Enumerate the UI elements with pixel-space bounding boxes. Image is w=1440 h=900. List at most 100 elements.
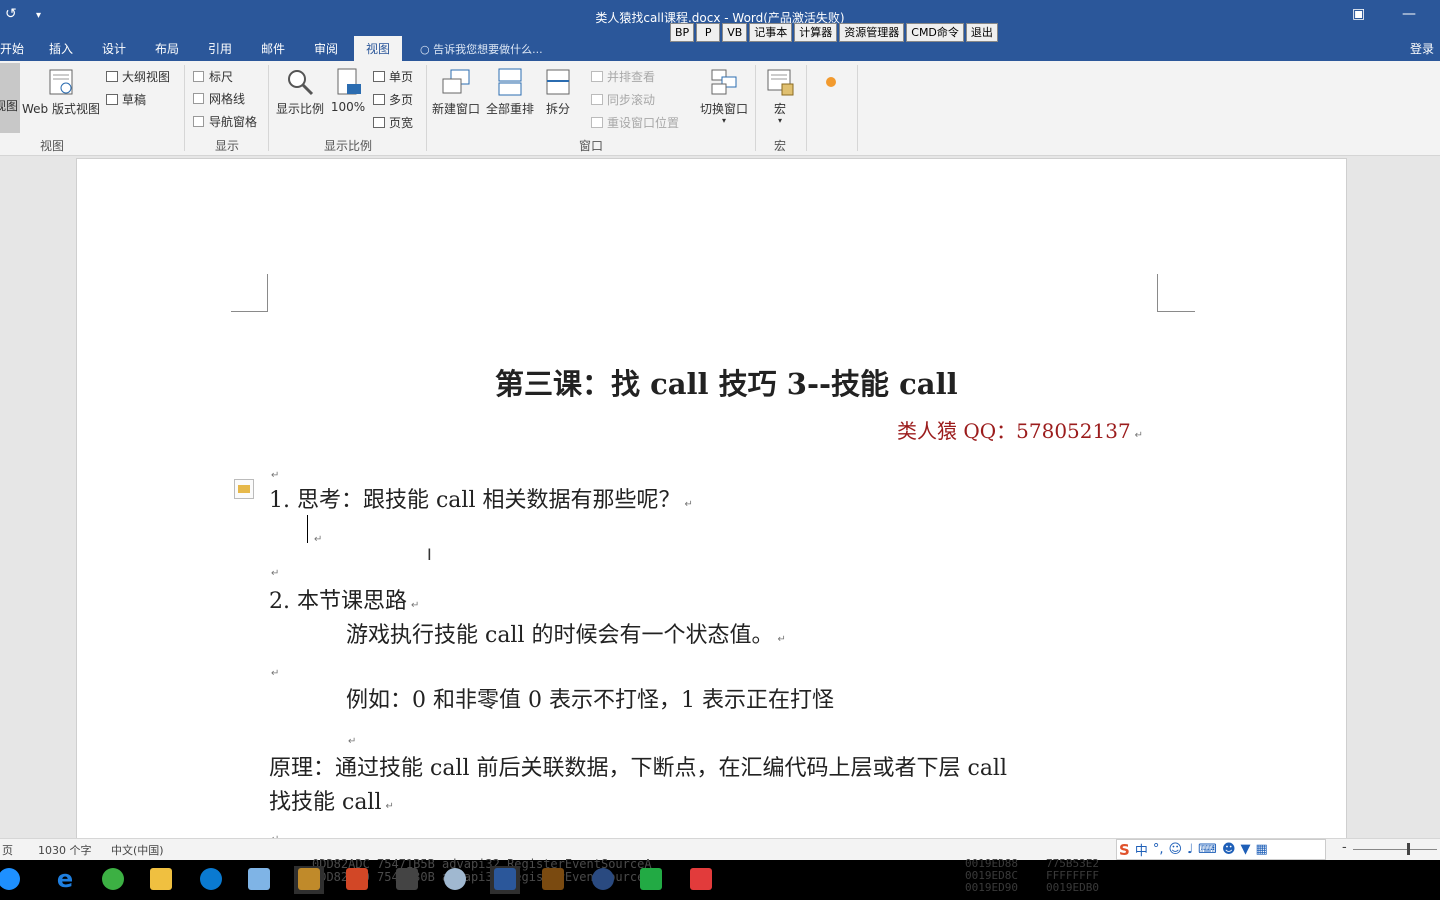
group-label-zoom: 显示比例	[324, 139, 373, 153]
lightbulb-icon: ○	[420, 43, 430, 56]
gridlines-checkbox[interactable]: 网格线	[193, 90, 245, 107]
taskbar-app-red[interactable]	[686, 866, 716, 894]
ribbon-display-options-icon[interactable]: ▣	[1352, 6, 1365, 22]
punctuation-icon[interactable]: °,	[1153, 842, 1164, 857]
taskbar-settings[interactable]	[588, 866, 618, 894]
doc-line-4: 例如：0 和非零值 0 表示不打怪，1 表示正在打怪	[346, 688, 834, 713]
checkbox-icon	[193, 93, 204, 104]
nav-pane-checkbox[interactable]: 导航窗格	[193, 113, 257, 130]
sogou-logo-icon[interactable]: S	[1119, 841, 1130, 859]
user-icon[interactable]: ☻	[1222, 842, 1236, 857]
doc-line-5: 原理：通过技能 call 前后关联数据，下断点，在汇编代码上层或者下层 call	[269, 756, 1008, 781]
checkbox-icon	[193, 116, 204, 127]
document-page[interactable]: 第三课：找 call 技巧 3--技能 call 类人猿 QQ：57805213…	[76, 158, 1347, 838]
sign-in-link[interactable]: 登录	[1410, 40, 1434, 57]
skin-icon[interactable]: ▼	[1241, 842, 1251, 857]
sync-scroll-button[interactable]: 同步滚动	[591, 91, 655, 108]
outline-view-button[interactable]: 大纲视图	[106, 68, 170, 85]
zoom-slider-thumb[interactable]	[1407, 843, 1410, 855]
tab-insert[interactable]: 插入	[49, 40, 73, 57]
one-page-button[interactable]: 单页	[373, 68, 413, 85]
empty-paragraph: ↵	[314, 534, 323, 545]
draft-view-button[interactable]: 草稿	[106, 91, 146, 108]
tell-me-search[interactable]: ○ 告诉我您想要做什么...	[420, 41, 543, 57]
new-window-button[interactable]: 新建窗口	[431, 67, 481, 117]
doc-line-2: 2. 本节课思路 ↵	[269, 589, 420, 614]
document-author: 类人猿 QQ：578052137 ↵	[897, 419, 1144, 443]
comment-icon[interactable]	[234, 479, 254, 499]
status-dot-icon	[826, 77, 836, 87]
minimize-icon[interactable]: —	[1402, 6, 1416, 22]
keyboard-icon[interactable]: ⌨	[1198, 842, 1217, 857]
doc-line-6: 找技能 call ↵	[269, 790, 394, 815]
taskbar-file-explorer[interactable]	[146, 866, 176, 894]
multiple-pages-icon	[373, 94, 385, 105]
tool-button-bp[interactable]: BP	[670, 23, 695, 42]
tab-mailings[interactable]: 邮件	[261, 40, 285, 57]
arrange-all-button[interactable]: 全部重排	[485, 67, 535, 117]
switch-windows-button[interactable]: 切换窗口 ▾	[698, 67, 750, 125]
group-separator	[857, 65, 858, 151]
tool-button-exit[interactable]: 退出	[965, 23, 998, 42]
view-side-by-side-button[interactable]: 并排查看	[591, 68, 655, 85]
language-indicator[interactable]: 中文(中国)	[111, 842, 164, 858]
tool-button-explorer[interactable]: 资源管理器	[839, 23, 905, 42]
taskbar-game[interactable]	[294, 866, 324, 894]
tool-button-notepad[interactable]: 记事本	[749, 23, 793, 42]
crop-mark	[231, 311, 268, 312]
multiple-pages-button[interactable]: 多页	[373, 91, 413, 108]
group-label-window: 窗口	[579, 139, 604, 153]
web-layout-button[interactable]: Web 版式视图	[22, 67, 100, 117]
zoom-out-icon[interactable]: -	[1342, 840, 1347, 855]
tab-design[interactable]: 设计	[102, 40, 126, 57]
word-count[interactable]: 1030 个字	[38, 842, 92, 858]
ribbon: 视图 Web 版式视图 大纲视图 草稿 视图 标尺 网格线 导航窗格 显示 显示…	[0, 61, 1440, 156]
tab-view[interactable]: 视图	[354, 36, 403, 61]
ruler-checkbox[interactable]: 标尺	[193, 68, 233, 85]
empty-paragraph: ↵	[271, 568, 280, 579]
tab-review[interactable]: 审阅	[314, 40, 338, 57]
new-window-icon	[442, 69, 470, 94]
read-mode-button[interactable]: 视图	[0, 63, 20, 133]
taskbar-word[interactable]	[490, 866, 520, 894]
document-area[interactable]: 第三课：找 call 技巧 3--技能 call 类人猿 QQ：57805213…	[0, 156, 1440, 838]
taskbar-powerpoint[interactable]	[342, 866, 372, 894]
toolbox-icon[interactable]: ▦	[1256, 842, 1268, 857]
ime-toolbar: S 中 °, ☺ ♩ ⌨ ☻ ▼ ▦	[1116, 839, 1326, 860]
draft-icon	[106, 94, 118, 105]
zoom-button[interactable]: 显示比例	[274, 67, 326, 117]
crop-mark	[1157, 274, 1158, 312]
page-width-button[interactable]: 页宽	[373, 114, 413, 131]
sync-scroll-icon	[591, 94, 603, 105]
taskbar-notebook[interactable]	[244, 866, 274, 894]
zoom-100-button[interactable]: 100%	[330, 67, 366, 114]
tab-layout[interactable]: 布局	[155, 40, 179, 57]
taskbar-search-tool[interactable]	[196, 866, 226, 894]
tool-button-calculator[interactable]: 计算器	[794, 23, 838, 42]
taskbar-browser[interactable]	[98, 866, 128, 894]
taskbar-game-2[interactable]	[538, 866, 568, 894]
outline-icon	[106, 71, 118, 82]
group-separator	[426, 65, 427, 151]
start-button[interactable]	[0, 866, 24, 894]
tool-button-cmd[interactable]: CMD命令	[906, 23, 964, 42]
macros-button[interactable]: 宏 ▾	[762, 67, 798, 125]
tab-references[interactable]: 引用	[208, 40, 232, 57]
tab-home[interactable]: 开始	[0, 40, 24, 57]
taskbar-app-green[interactable]	[636, 866, 666, 894]
microphone-icon[interactable]: ♩	[1187, 842, 1193, 857]
taskbar-paint[interactable]	[440, 866, 470, 894]
tool-button-vb[interactable]: VB	[722, 23, 748, 42]
split-button[interactable]: 拆分	[542, 67, 574, 117]
page-count[interactable]: 页	[2, 842, 13, 858]
taskbar-edge[interactable]: e	[50, 866, 80, 894]
tool-button-p[interactable]: P	[696, 23, 721, 42]
zoom-slider[interactable]	[1353, 849, 1437, 850]
taskbar-grid-app[interactable]	[392, 866, 422, 894]
emoji-icon[interactable]: ☺	[1168, 842, 1182, 857]
group-separator	[184, 65, 185, 151]
switch-windows-icon	[711, 69, 737, 95]
reset-window-position-button[interactable]: 重设窗口位置	[591, 114, 679, 131]
ime-mode-chinese[interactable]: 中	[1135, 840, 1148, 859]
empty-paragraph: ↵	[271, 470, 280, 481]
